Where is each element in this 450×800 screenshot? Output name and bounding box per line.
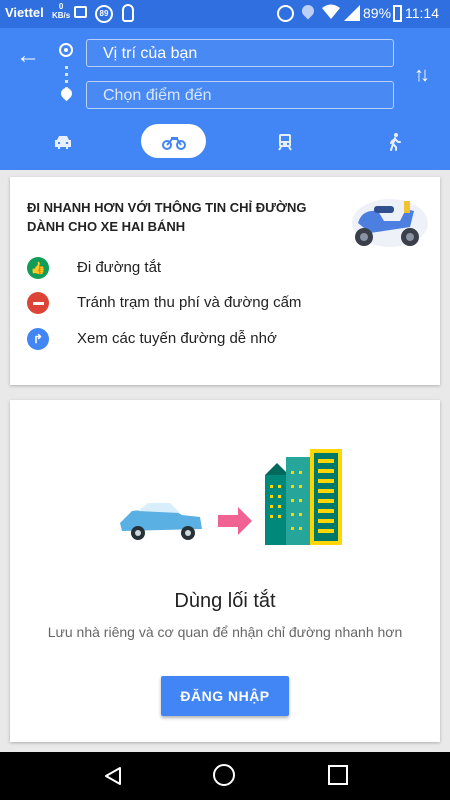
shortcut-title: Dùng lối tắt — [174, 590, 276, 612]
gesture-icon — [122, 4, 134, 22]
feature-label: Tránh trạm thu phí và đường cấm — [77, 294, 302, 311]
origin-marker-icon — [59, 43, 73, 57]
shortcut-subtitle: Lưu nhà riêng và cơ quan để nhận chỉ đườ… — [47, 624, 403, 640]
network-speed: 0 KB/s — [52, 2, 70, 20]
gallery-icon — [74, 6, 87, 18]
promo-title: ĐI NHANH HƠN VỚI THÔNG TIN CHỈ ĐƯỜNG DÀN… — [27, 200, 307, 234]
nav-back-icon[interactable] — [103, 766, 123, 786]
feature-label: Đi đường tắt — [77, 259, 162, 276]
directions-header: ← Vị trí của bạn Chọn điểm đến ↑↓ — [0, 28, 450, 170]
network-speed-unit: KB/s — [52, 11, 71, 20]
clock: 11:14 — [405, 5, 439, 21]
mode-car-tab[interactable] — [48, 124, 78, 158]
wifi-icon — [322, 4, 340, 19]
mode-walking-tab[interactable] — [380, 124, 410, 158]
carrier-name: Viettel — [5, 5, 44, 20]
back-arrow-icon[interactable]: ← — [16, 42, 40, 70]
route-dots — [65, 66, 68, 90]
shortcut-card: Dùng lối tắt Lưu nhà riêng và cơ quan để… — [10, 400, 440, 742]
two-wheeler-promo-card: ĐI NHANH HƠN VỚI THÔNG TIN CHỈ ĐƯỜNG DÀN… — [10, 177, 440, 385]
nav-recent-apps-icon[interactable] — [328, 765, 348, 785]
route-icon: ↱ — [27, 328, 49, 350]
location-icon — [299, 2, 317, 20]
destination-pin-icon — [58, 85, 75, 102]
car-to-building-illustration — [120, 449, 342, 545]
destination-input[interactable]: Chọn điểm đến — [86, 81, 394, 109]
train-icon — [278, 133, 292, 151]
car-icon — [55, 135, 71, 149]
sign-in-button[interactable]: ĐĂNG NHẬP — [161, 676, 289, 716]
feature-label: Xem các tuyến đường dễ nhớ — [77, 330, 277, 347]
system-nav-bar — [0, 752, 450, 800]
motorbike-icon — [161, 136, 186, 150]
sync-icon — [277, 5, 294, 22]
origin-input[interactable]: Vị trí của bạn — [86, 39, 394, 67]
swap-icon[interactable]: ↑↓ — [414, 64, 430, 87]
no-entry-icon — [27, 292, 49, 314]
notification-badge: 89 — [95, 5, 113, 23]
mode-motorbike-tab[interactable] — [141, 124, 206, 158]
motorbike-illustration — [352, 199, 428, 247]
signal-icon — [344, 5, 360, 21]
status-bar: Viettel 0 KB/s 89 89% 11:14 — [0, 0, 450, 28]
mode-transit-tab[interactable] — [270, 124, 300, 158]
battery-icon — [393, 5, 402, 22]
walking-icon — [390, 132, 401, 151]
thumbs-up-icon: 👍 — [27, 257, 49, 279]
network-speed-value: 0 — [58, 2, 64, 11]
nav-home-icon[interactable] — [213, 764, 235, 786]
battery-percent: 89% — [363, 5, 392, 21]
